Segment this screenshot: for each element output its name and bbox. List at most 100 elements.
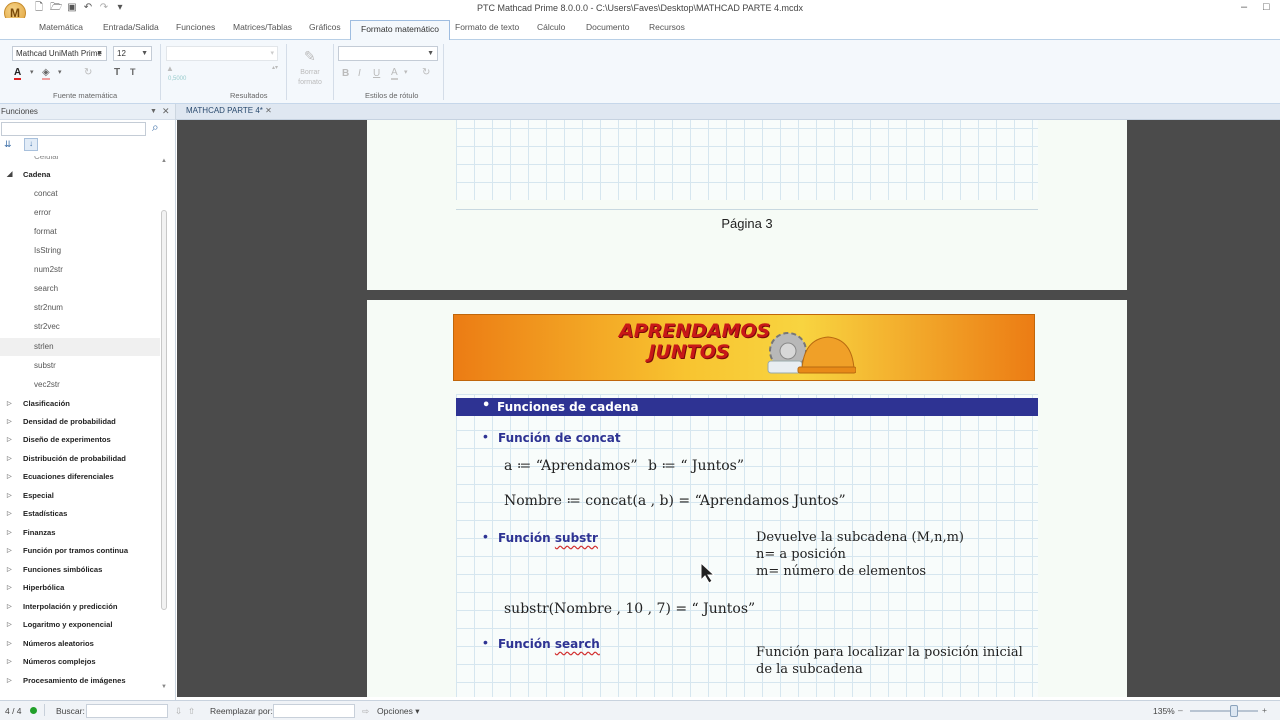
function-format[interactable]: format [0,223,160,241]
chevron-down-icon[interactable]: ▾ [404,68,408,76]
worksheet-area[interactable]: Página 3 APRENDAMOS JUNTOS • Funciones d… [177,120,1280,697]
tree-category-densidad[interactable]: ▷ Densidad de probabilidad [0,413,160,431]
results-preview: 0,5000 [168,76,187,82]
tree-category-tramos[interactable]: ▷ Función por tramos continua [0,542,160,560]
highlight-color-icon[interactable]: ◈ [42,67,50,80]
sort-alpha-icon[interactable]: ↓ [24,138,38,151]
clear-icon[interactable]: ↻ [84,67,92,78]
tree-category-logaritmo[interactable]: ▷ Logaritmo y exponencial [0,616,160,634]
label-style-select[interactable]: ▼ [338,46,438,61]
zoom-out-icon[interactable]: – [1178,705,1183,715]
function-substr[interactable]: substr [0,357,160,375]
function-strlen[interactable]: strlen [0,338,160,356]
tree-category-estadisticas[interactable]: ▷ Estadísticas [0,505,160,523]
aprendamos-juntos-banner: APRENDAMOS JUNTOS [453,314,1035,381]
close-icon[interactable]: ✕ [162,104,170,119]
tree-category-aleatorios[interactable]: ▷ Números aleatorios [0,635,160,653]
zoom-in-icon[interactable]: + [1262,705,1267,715]
clear-label-icon[interactable]: ↻ [422,67,430,78]
find-prev-icon[interactable]: ⇧ [188,706,195,717]
substr-title[interactable]: Función substr [498,530,598,546]
find-input[interactable] [86,704,168,718]
zoom-slider[interactable] [1190,710,1258,712]
tree-category-cadena[interactable]: ◢ Cadena [0,166,160,184]
find-next-icon[interactable]: ⇩ [175,706,182,717]
substr-expression[interactable]: substr(Nombre , 10 , 7) = “ Juntos” [504,601,755,617]
spinner-icon[interactable]: ▴▾ [272,64,278,71]
tree-category-hiperbolica[interactable]: ▷ Hiperbólica [0,579,160,597]
label-color-icon[interactable]: A [391,67,398,80]
concat-expression[interactable]: Nombre ≔ concat(a , b) = “Aprendamos Jun… [504,493,846,509]
zoom-slider-thumb[interactable] [1230,705,1238,717]
replace-icon[interactable]: ⇨ [362,706,369,717]
scrollbar-thumb[interactable] [161,210,167,610]
substr-note-3[interactable]: m= número de elementos [756,563,926,580]
search-icon[interactable]: ⌕ [152,120,159,135]
function-str2vec[interactable]: str2vec [0,318,160,336]
function-isstring[interactable]: IsString [0,242,160,260]
minimize-icon[interactable]: – [1241,1,1247,13]
chevron-down-icon[interactable]: ▾ [58,68,62,76]
function-error[interactable]: error [0,204,160,222]
tree-scrollbar[interactable]: ▲ ▼ [161,158,167,694]
tab-matematica[interactable]: Matemática [39,22,83,32]
font-grow-icon[interactable]: T [114,67,120,78]
function-num2str[interactable]: num2str [0,261,160,279]
function-search[interactable]: search [0,280,160,298]
substr-note-2[interactable]: n= a posición [756,546,846,563]
category-label: Especial [23,491,54,500]
function-search-input[interactable] [1,122,146,136]
category-label: Finanzas [23,528,56,537]
results-format-select[interactable]: ▾ [166,46,278,61]
scroll-down-icon[interactable]: ▼ [161,684,167,690]
document-tab[interactable]: MATHCAD PARTE 4* ✕ [186,106,272,115]
tree-item-partial[interactable]: Celular [0,156,160,166]
tree-category-distribucion[interactable]: ▷ Distribución de probabilidad [0,450,160,468]
assign-a-region[interactable]: a ≔ “Aprendamos” [504,458,638,474]
maximize-icon[interactable]: □ [1263,1,1270,13]
clear-format-button[interactable]: Borrar formato [294,68,326,88]
tree-category-complejos[interactable]: ▷ Números complejos [0,653,160,671]
tab-matrices-tablas[interactable]: Matrices/Tablas [233,22,292,32]
function-concat[interactable]: concat [0,185,160,203]
function-str2num[interactable]: str2num [0,299,160,317]
search-title[interactable]: Función search [498,636,600,652]
tree-category-imagenes[interactable]: ▷ Procesamiento de imágenes [0,672,160,690]
assign-b-region[interactable]: b ≔ “ Juntos” [648,458,744,474]
font-shrink-icon[interactable]: T [130,67,136,77]
close-icon[interactable]: ✕ [265,106,272,115]
italic-icon[interactable]: I [358,68,361,79]
tab-documento[interactable]: Documento [586,22,629,32]
scroll-up-icon[interactable]: ▲ [161,158,167,164]
chevron-down-icon[interactable]: ▼ [150,104,157,119]
tab-entrada-salida[interactable]: Entrada/Salida [103,22,159,32]
tree-category-simbolicas[interactable]: ▷ Funciones simbólicas [0,561,160,579]
tree-category-clasificacion[interactable]: ▷ Clasificación [0,395,160,413]
concat-title[interactable]: Función de concat [498,430,621,446]
tree-category-ecuaciones[interactable]: ▷ Ecuaciones diferenciales [0,468,160,486]
eraser-icon[interactable]: ✎ [304,48,316,65]
font-color-icon[interactable]: A [14,67,22,80]
tab-graficos[interactable]: Gráficos [309,22,341,32]
font-name-select[interactable]: Mathcad UniMath Prime ▼ [12,46,107,61]
tree-category-finanzas[interactable]: ▷ Finanzas [0,524,160,542]
tab-calculo[interactable]: Cálculo [537,22,565,32]
spinner-up-icon[interactable]: ▲ [166,64,174,73]
underline-icon[interactable]: U [373,68,380,79]
tree-category-interpolacion[interactable]: ▷ Interpolación y predicción [0,598,160,616]
tree-category-diseno[interactable]: ▷ Diseño de experimentos [0,431,160,449]
function-vec2str[interactable]: vec2str [0,376,160,394]
search-note[interactable]: Función para localizar la posición inici… [756,644,1026,678]
tab-formato-matematico[interactable]: Formato matemático [350,20,450,41]
sort-ascending-icon[interactable]: ⇊ [4,139,12,150]
options-button[interactable]: Opciones ▾ [377,706,420,717]
replace-input[interactable] [273,704,355,718]
bold-icon[interactable]: B [342,68,349,79]
tree-category-especial[interactable]: ▷ Especial [0,487,160,505]
tab-recursos[interactable]: Recursos [649,22,685,32]
tab-funciones[interactable]: Funciones [176,22,215,32]
tab-formato-de-texto[interactable]: Formato de texto [455,22,519,32]
substr-note-1[interactable]: Devuelve la subcadena (M,n,m) [756,529,964,546]
font-size-select[interactable]: 12 ▼ [113,46,152,61]
chevron-down-icon[interactable]: ▾ [30,68,34,76]
